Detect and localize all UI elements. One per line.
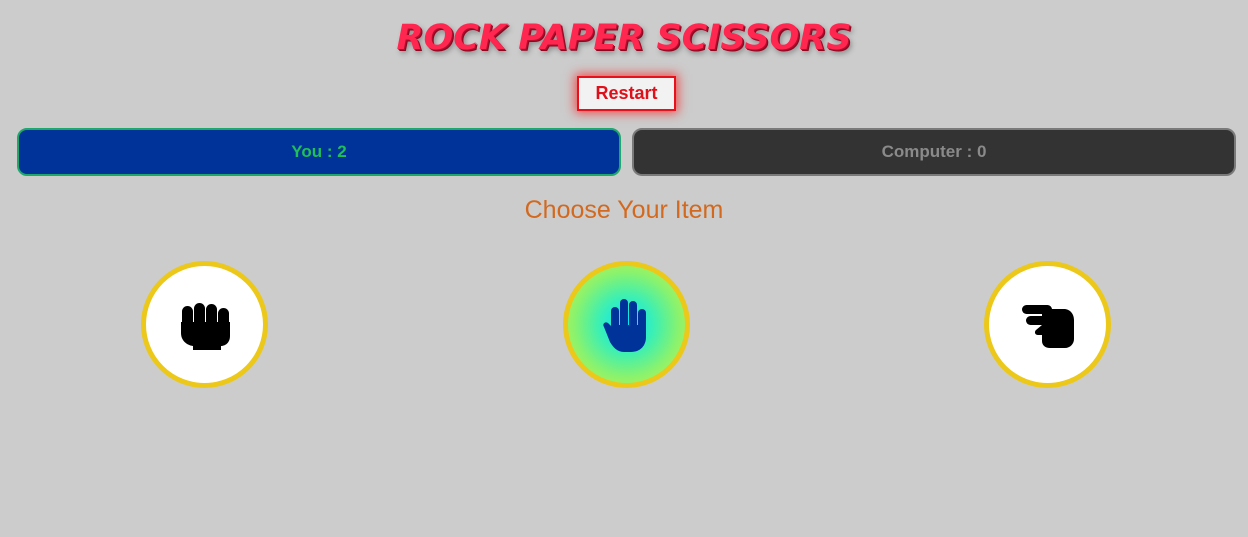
hand-scissors-icon	[1021, 304, 1074, 348]
hand-paper-icon	[602, 298, 646, 352]
computer-score: Computer : 0	[632, 128, 1236, 176]
hand-rock-icon	[180, 302, 230, 350]
paper-choice-button[interactable]	[563, 261, 690, 388]
rock-choice-button[interactable]	[141, 261, 268, 388]
scissors-choice-button[interactable]	[984, 261, 1111, 388]
game-title: ROCK PAPER SCISSORS	[396, 18, 852, 58]
player-score: You : 2	[17, 128, 621, 176]
restart-button[interactable]: Restart	[577, 76, 676, 111]
choose-prompt: Choose Your Item	[524, 196, 724, 224]
